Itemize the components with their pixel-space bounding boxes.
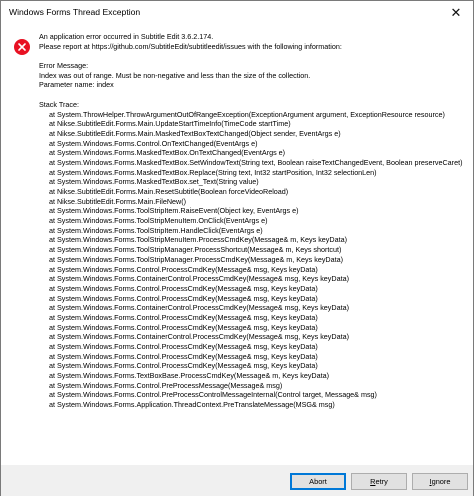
dialog-content: An application error occurred in Subtitl… <box>1 27 473 465</box>
stack-trace-line: at System.Windows.Forms.ContainerControl… <box>49 274 349 284</box>
stack-trace-line: at System.Windows.Forms.TextBoxBase.Proc… <box>49 371 329 381</box>
stack-trace-line: at System.Windows.Forms.ToolStripItem.Ra… <box>49 206 299 216</box>
stack-trace-list: at System.ThrowHelper.ThrowArgumentOutOf… <box>39 110 469 410</box>
stack-trace-line: at System.Windows.Forms.MaskedTextBox.Se… <box>49 157 463 167</box>
abort-button[interactable]: Abort <box>290 473 346 490</box>
stack-trace-line: at System.Windows.Forms.ContainerControl… <box>49 303 349 313</box>
stack-trace-line: at System.Windows.Forms.Control.ProcessC… <box>49 283 318 293</box>
abort-label: Abort <box>309 477 327 486</box>
ignore-button[interactable]: Ignore <box>412 473 468 490</box>
stack-trace-line: at System.Windows.Forms.MaskedTextBox.Re… <box>49 167 377 177</box>
stack-trace-line: at System.Windows.Forms.Control.ProcessC… <box>49 361 318 371</box>
stack-trace-line: at Nikse.SubtitleEdit.Forms.Main.FileNew… <box>49 196 186 206</box>
error-message-line: Parameter name: index <box>39 80 114 90</box>
error-message-line: Index was out of range. Must be non-nega… <box>39 70 311 80</box>
stack-trace-line: at System.Windows.Forms.MaskedTextBox.se… <box>49 177 259 187</box>
stack-trace-line: at System.Windows.Forms.ToolStripMenuIte… <box>49 235 347 245</box>
error-details-text: An application error occurred in Subtitl… <box>39 32 469 410</box>
stack-trace-line: at Nikse.SubtitleEdit.Forms.Main.ResetSu… <box>49 187 289 196</box>
window-title: Windows Forms Thread Exception <box>9 7 141 17</box>
stack-trace-line: at System.Windows.Forms.Control.ProcessC… <box>49 322 318 332</box>
stack-trace-line: at System.Windows.Forms.ToolStripManager… <box>49 245 342 255</box>
close-icon[interactable]: ✕ <box>445 3 467 23</box>
stack-trace-line: at System.Windows.Forms.Control.ProcessC… <box>49 312 318 322</box>
stack-trace-line: at System.Windows.Forms.Control.ProcessC… <box>49 293 318 303</box>
stack-trace-line: at Nikse.SubtitleEdit.Forms.Main.UpdateS… <box>49 119 291 129</box>
stack-trace-line: at System.Windows.Forms.ToolStripManager… <box>49 254 343 264</box>
stack-trace-line: at System.Windows.Forms.Control.ProcessC… <box>49 342 318 351</box>
error-message-heading: Error Message: <box>39 61 89 71</box>
stack-trace-line: at Nikse.SubtitleEdit.Forms.Main.MaskedT… <box>49 128 341 138</box>
retry-button[interactable]: Retry <box>351 473 407 490</box>
title-bar[interactable]: Windows Forms Thread Exception ✕ <box>1 1 473 27</box>
stack-trace-line: at System.Windows.Forms.Control.OnTextCh… <box>49 138 258 148</box>
stack-trace-line: at System.Windows.Forms.ToolStripItem.Ha… <box>49 225 263 235</box>
intro-line: An application error occurred in Subtitl… <box>39 32 214 41</box>
exception-dialog: Windows Forms Thread Exception ✕ An appl… <box>0 0 474 496</box>
intro-line: Please report at https://github.com/Subt… <box>39 41 342 51</box>
stack-trace-line: at System.Windows.Forms.ToolStripMenuIte… <box>49 216 268 226</box>
error-icon <box>14 39 30 55</box>
stack-trace-line: at System.ThrowHelper.ThrowArgumentOutOf… <box>49 109 445 119</box>
stack-trace-line: at System.Windows.Forms.ContainerControl… <box>49 332 349 342</box>
button-bar: Abort Retry Ignore <box>1 465 473 496</box>
stack-trace-line: at System.Windows.Forms.Control.ProcessC… <box>49 351 318 361</box>
stack-trace-heading: Stack Trace: <box>39 99 79 109</box>
retry-label: etry <box>375 477 388 486</box>
stack-trace-line: at System.Windows.Forms.Application.Thre… <box>49 400 335 410</box>
stack-trace-line: at System.Windows.Forms.MaskedTextBox.On… <box>49 148 286 158</box>
stack-trace-line: at System.Windows.Forms.Control.PreProce… <box>49 380 283 390</box>
stack-trace-line: at System.Windows.Forms.Control.PreProce… <box>49 390 377 400</box>
ignore-label: gnore <box>431 477 451 486</box>
stack-trace-line: at System.Windows.Forms.Control.ProcessC… <box>49 264 318 274</box>
